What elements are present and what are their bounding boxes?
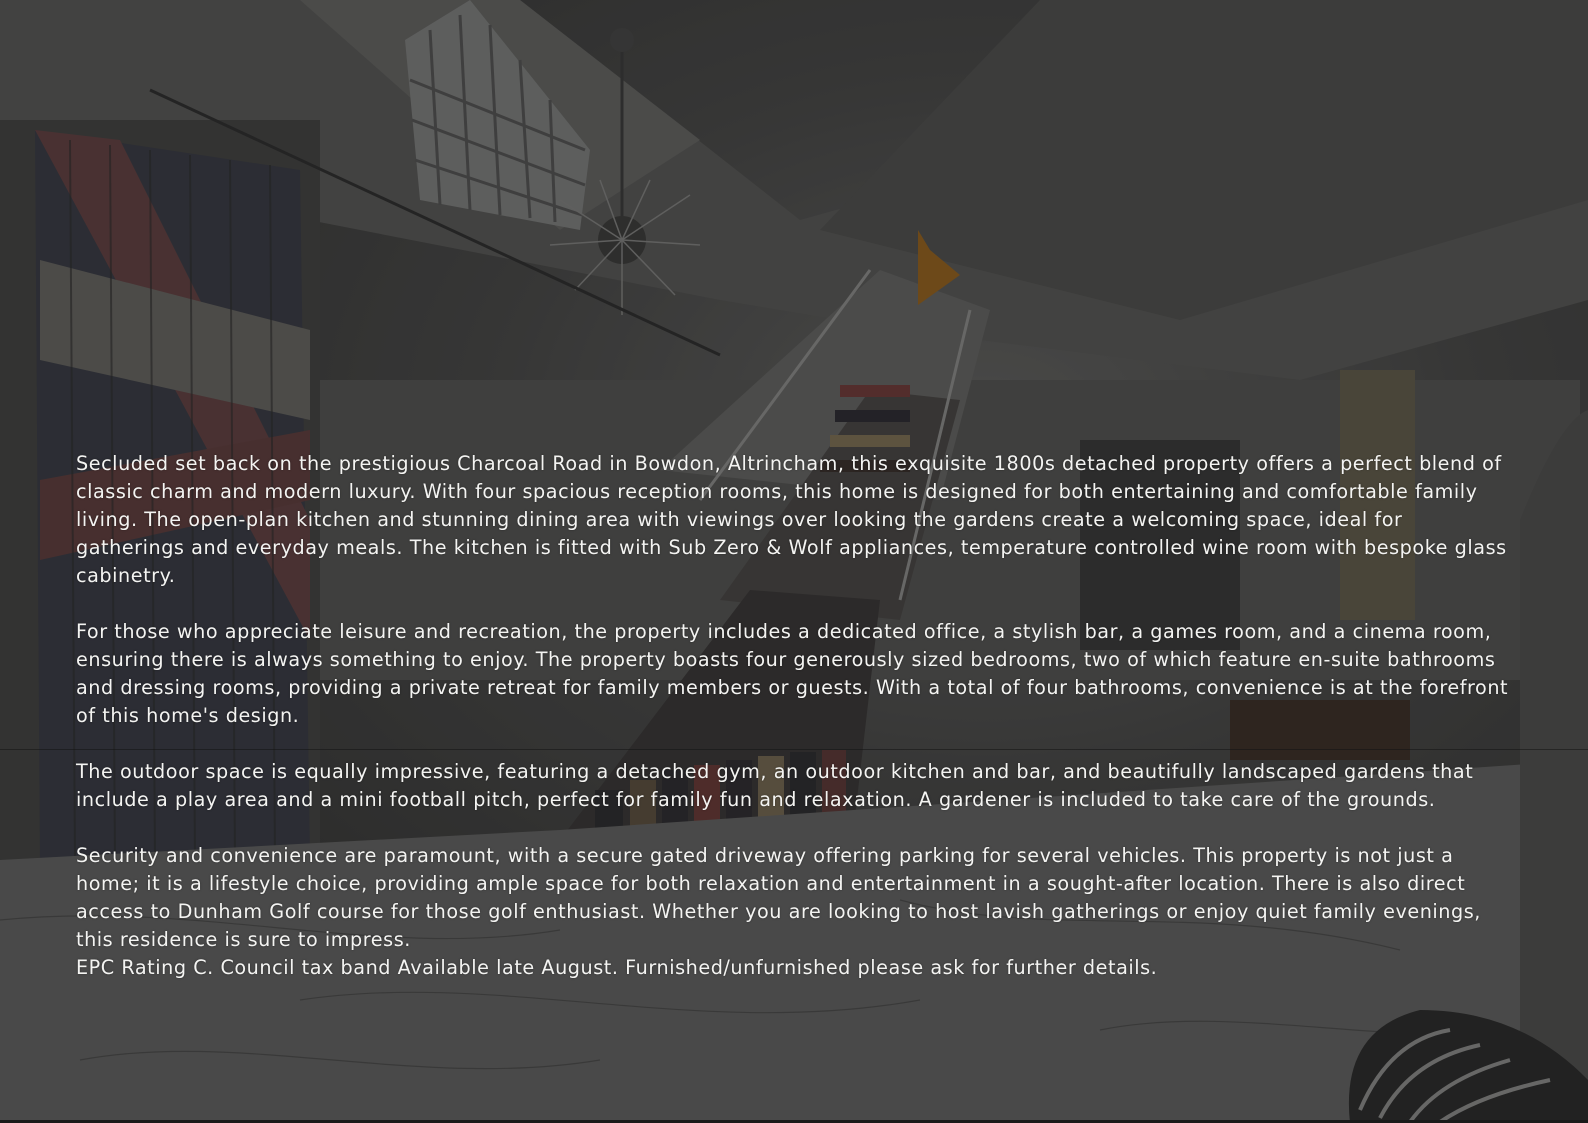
description-paragraph-outdoor: The outdoor space is equally impressive,…	[76, 760, 1474, 811]
epc-council-tax-note: EPC Rating C. Council tax band Available…	[76, 956, 1158, 979]
description-paragraph-security: Security and convenience are paramount, …	[76, 844, 1481, 951]
brochure-page: Secluded set back on the prestigious Cha…	[0, 0, 1588, 1123]
description-paragraph-leisure: For those who appreciate leisure and rec…	[76, 620, 1509, 727]
description-paragraph-kitchen: Secluded set back on the prestigious Cha…	[76, 452, 1507, 587]
property-description: Secluded set back on the prestigious Cha…	[76, 450, 1516, 982]
